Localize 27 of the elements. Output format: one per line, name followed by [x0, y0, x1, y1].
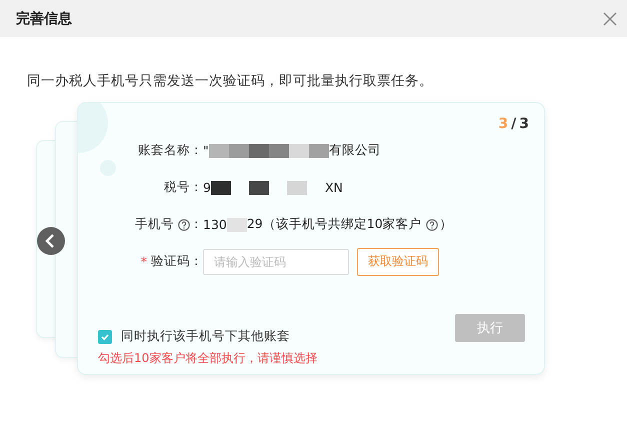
- field-label: 手机号: [135, 216, 174, 233]
- dialog-title: 完善信息: [16, 10, 72, 28]
- field-value: ）: [440, 216, 453, 233]
- help-icon[interactable]: [426, 218, 438, 230]
- field-label: 税号：: [164, 179, 203, 196]
- field-value: ": [203, 143, 209, 158]
- checkbox-label: 同时执行该手机号下其他账套: [121, 328, 290, 345]
- checkbox[interactable]: [98, 330, 112, 344]
- field-label: 验证码：: [151, 253, 203, 270]
- required-asterisk: *: [140, 254, 147, 269]
- page-counter-separator: /: [511, 116, 516, 132]
- field-label-colon: ：: [190, 216, 203, 233]
- code-input-field[interactable]: 请输入验证码: [203, 248, 349, 274]
- field-value: 29（该手机号共绑定10家客户: [246, 216, 422, 233]
- field-value: 130: [203, 217, 227, 232]
- field-value: XN: [324, 180, 343, 195]
- page-counter-current: 3: [498, 116, 508, 132]
- help-icon[interactable]: [178, 218, 190, 230]
- page-counter-total: 3: [519, 116, 529, 132]
- field-label: 账套名称：: [138, 142, 203, 159]
- check-icon: [100, 332, 110, 342]
- intro-text: 同一办税人手机号只需发送一次验证码，即可批量执行取票任务。: [27, 72, 434, 90]
- field-value: 有限公司: [328, 142, 381, 159]
- get-code-button[interactable]: 获取验证码: [357, 248, 439, 276]
- warning-text: 勾选后10家客户将全部执行，请谨慎选择: [98, 350, 318, 367]
- close-icon[interactable]: [603, 12, 617, 26]
- field-value: 9: [203, 180, 211, 195]
